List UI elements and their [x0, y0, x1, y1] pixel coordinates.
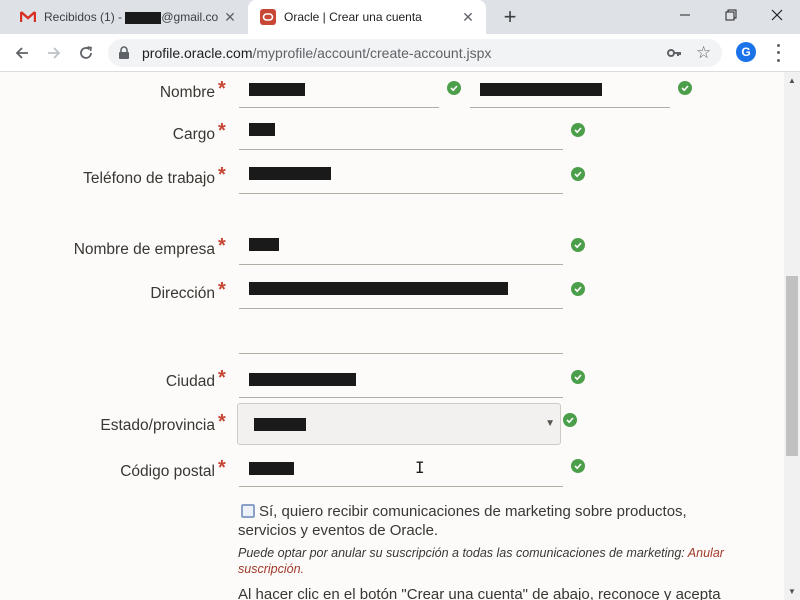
valid-check-icon: [571, 282, 585, 296]
profile-avatar[interactable]: G: [736, 42, 756, 62]
redacted-value: [249, 167, 331, 180]
oracle-icon: [260, 9, 276, 25]
redacted-value: [249, 462, 294, 475]
close-window-icon[interactable]: [754, 0, 800, 30]
required-marker: *: [218, 367, 226, 389]
required-marker: *: [218, 235, 226, 257]
redacted-value: [249, 83, 305, 96]
valid-check-icon: [571, 238, 585, 252]
marketing-checkbox-label[interactable]: Sí, quiero recibir comunicaciones de mar…: [238, 502, 728, 540]
lock-icon[interactable]: [118, 46, 130, 65]
address-bar[interactable]: profile.oracle.com/myprofile/account/cre…: [108, 39, 722, 67]
scroll-up-icon[interactable]: ▲: [788, 76, 796, 85]
valid-check-icon: [571, 370, 585, 384]
bookmark-star-icon[interactable]: ☆: [696, 43, 711, 63]
minimize-icon[interactable]: [662, 0, 708, 30]
postal-code-input[interactable]: [239, 449, 563, 487]
valid-check-icon: [563, 413, 577, 427]
required-marker: *: [218, 411, 226, 433]
required-marker: *: [218, 120, 226, 142]
required-marker: *: [218, 164, 226, 186]
restore-icon[interactable]: [708, 0, 754, 30]
company-name-input[interactable]: [239, 227, 563, 265]
last-name-input[interactable]: [470, 72, 670, 108]
chevron-down-icon: ▼: [545, 418, 555, 429]
nombre-label: Nombre: [159, 84, 215, 101]
forward-icon[interactable]: [42, 41, 66, 65]
scroll-down-icon[interactable]: ▼: [788, 587, 796, 596]
first-name-input[interactable]: [239, 72, 439, 108]
valid-check-icon: [447, 81, 461, 95]
redacted-value: [249, 238, 279, 251]
tab-title: Recibidos (1) - @gmail.co: [44, 10, 219, 24]
valid-check-icon: [571, 167, 585, 181]
redacted-value: [249, 282, 508, 295]
telefono-label: Teléfono de trabajo: [83, 170, 215, 187]
page-scrollbar[interactable]: ▲ ▼: [784, 72, 800, 600]
empresa-label: Nombre de empresa: [73, 241, 215, 258]
estado-label: Estado/provincia: [100, 417, 215, 434]
url-text[interactable]: profile.oracle.com/myprofile/account/cre…: [142, 45, 491, 61]
redacted-value: [249, 373, 356, 386]
tab-strip: Recibidos (1) - @gmail.co ✕ Oracle | Cre…: [0, 0, 800, 34]
terms-text: Al hacer clic en el botón "Crear una cue…: [238, 586, 721, 600]
key-icon[interactable]: [666, 45, 682, 66]
browser-menu-icon[interactable]: [770, 42, 786, 64]
tab-gmail[interactable]: Recibidos (1) - @gmail.co ✕: [8, 0, 248, 34]
redacted-email: [125, 11, 162, 24]
new-tab-button[interactable]: +: [498, 5, 522, 29]
job-title-input[interactable]: [239, 112, 563, 150]
browser-toolbar: profile.oracle.com/myprofile/account/cre…: [0, 34, 800, 72]
scrollbar-thumb[interactable]: [786, 276, 798, 456]
state-select[interactable]: ▼: [237, 403, 561, 445]
tab-oracle[interactable]: Oracle | Crear una cuenta ✕: [248, 0, 486, 34]
ciudad-label: Ciudad: [165, 373, 215, 390]
required-marker: *: [218, 78, 226, 100]
tab-title: Oracle | Crear una cuenta: [284, 10, 422, 24]
valid-check-icon: [571, 123, 585, 137]
gmail-icon: [20, 9, 36, 25]
address-line1-input[interactable]: [239, 271, 563, 309]
city-input[interactable]: [239, 360, 563, 398]
work-phone-input[interactable]: [239, 156, 563, 194]
redacted-value: [480, 83, 602, 96]
valid-check-icon: [678, 81, 692, 95]
codigo-postal-label: Código postal: [120, 463, 215, 480]
redacted-value: [254, 418, 306, 431]
address-line2-input[interactable]: [239, 316, 563, 354]
reload-icon[interactable]: [74, 41, 98, 65]
back-icon[interactable]: [10, 41, 34, 65]
close-tab-icon[interactable]: ✕: [460, 9, 476, 25]
close-tab-icon[interactable]: ✕: [222, 9, 238, 25]
redacted-value: [249, 123, 275, 136]
required-marker: *: [218, 279, 226, 301]
unsubscribe-note: Puede optar por anular su suscripción a …: [238, 546, 724, 576]
required-marker: *: [218, 457, 226, 479]
text-cursor-icon: I: [415, 458, 425, 477]
cargo-label: Cargo: [172, 126, 215, 143]
valid-check-icon: [571, 459, 585, 473]
direccion-label: Dirección: [150, 285, 215, 302]
create-account-form: Nombre * Cargo * Teléfono de trabajo * N…: [0, 72, 784, 600]
